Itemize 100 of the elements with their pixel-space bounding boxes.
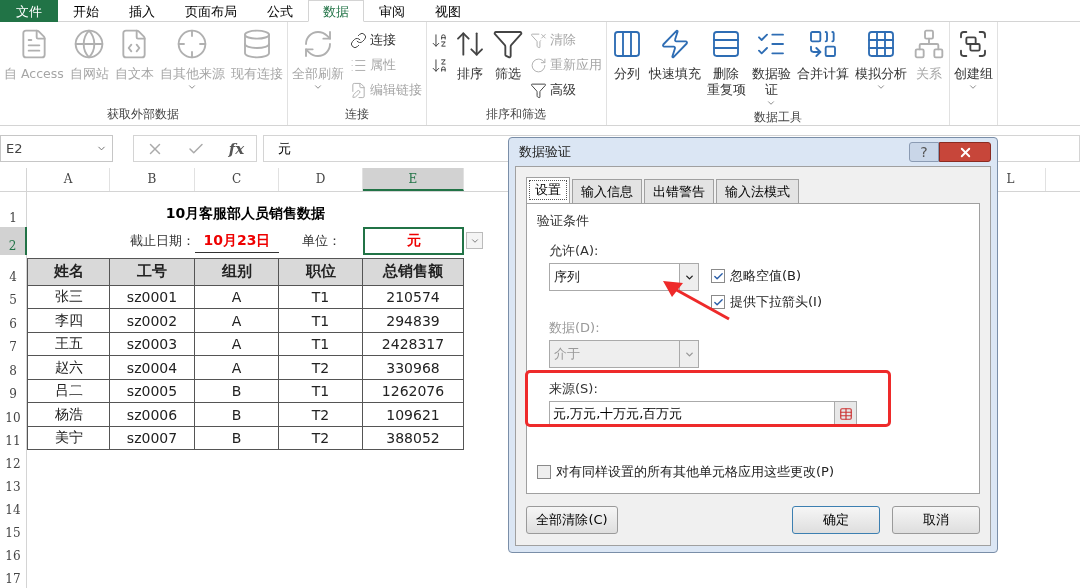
web-file-icon	[73, 28, 106, 60]
dialog-tab[interactable]: 设置	[526, 177, 570, 203]
ribbon-tab[interactable]: 插入	[114, 0, 170, 22]
help-button[interactable]: ?	[909, 142, 939, 162]
field-label: 来源(S):	[549, 380, 599, 398]
ribbon-tab[interactable]: 公式	[252, 0, 308, 22]
field-label: 数据(D):	[549, 319, 601, 337]
column-heading: 组别	[195, 257, 279, 286]
dialog-tab[interactable]: 输入法模式	[716, 179, 799, 203]
ribbon-button[interactable]: 连接	[349, 30, 422, 51]
ribbon-button[interactable]: 排序	[451, 28, 488, 105]
column-heading: 职位	[279, 257, 363, 286]
ribbon-button[interactable]: 合并计算	[794, 28, 851, 108]
table-cell: 109621	[363, 403, 464, 427]
table-cell: sz0002	[110, 309, 195, 333]
table-cell: B	[195, 379, 279, 404]
edit-links-icon	[349, 82, 367, 99]
table-cell: 388052	[363, 426, 464, 451]
column-header[interactable]: E	[363, 168, 464, 191]
ribbon-tab[interactable]: 页面布局	[170, 0, 252, 22]
table-cell: T1	[279, 285, 363, 310]
checkbox-option[interactable]: 对有同样设置的所有其他单元格应用这些更改(P)	[537, 463, 969, 481]
source-field[interactable]: 元,万元,十万元,百万元	[549, 401, 857, 427]
table-cell: 赵六	[27, 356, 110, 380]
ribbon-tab[interactable]: 数据	[308, 0, 364, 22]
dialog-tab[interactable]: 输入信息	[572, 179, 642, 203]
checkbox[interactable]	[711, 295, 725, 309]
table-cell: 294839	[363, 309, 464, 333]
ribbon-button[interactable]: 删除 重复项	[704, 28, 748, 108]
group-label: 获取外部数据	[106, 106, 181, 123]
ribbon-button[interactable]: 筛选	[489, 28, 526, 105]
date-cell: 10月23日	[195, 228, 279, 254]
table-cell: A	[195, 309, 279, 333]
group-label: 数据工具	[752, 109, 803, 126]
reapply-icon	[529, 57, 547, 74]
table-cell: 杨浩	[27, 403, 110, 427]
ribbon-tab[interactable]: 审阅	[364, 0, 420, 22]
table-cell: 210574	[363, 285, 464, 310]
column-heading: 总销售额	[363, 257, 464, 286]
section-label: 验证条件	[537, 212, 590, 230]
table-cell: T1	[279, 379, 363, 404]
table-cell: T2	[279, 403, 363, 427]
filter-icon	[491, 28, 524, 60]
table-cell: sz0003	[110, 332, 195, 357]
ribbon-button[interactable]: 高级	[529, 80, 602, 101]
check-icon	[712, 296, 724, 308]
table-cell: sz0005	[110, 379, 195, 404]
table-cell: sz0007	[110, 426, 195, 451]
checkbox[interactable]	[711, 269, 725, 283]
ribbon-button[interactable]: 模拟分析	[852, 28, 909, 108]
table-cell: 张三	[27, 285, 110, 310]
field-label: 允许(A):	[549, 242, 600, 260]
ribbon-button[interactable]: 分列	[608, 28, 645, 108]
ribbon-button[interactable]: 数据验 证	[749, 28, 793, 108]
sort-descending-icon	[430, 57, 448, 74]
range-picker-button[interactable]	[834, 402, 856, 426]
relationships-icon	[912, 28, 945, 60]
table-cell: T2	[279, 426, 363, 451]
dialog-button[interactable]: 全部清除(C)	[526, 506, 618, 534]
table-cell: T1	[279, 309, 363, 333]
name-box[interactable]: E2	[0, 135, 113, 162]
table-cell: 吕二	[27, 379, 110, 404]
sort-ascending-icon	[430, 32, 448, 49]
table-cell: 1262076	[363, 379, 464, 404]
file-tab[interactable]: 文件	[0, 0, 58, 22]
clear-filter-icon	[529, 32, 547, 49]
allow-select[interactable]: 序列	[549, 263, 699, 291]
group-label: 排序和筛选	[485, 106, 548, 123]
table-cell: sz0006	[110, 403, 195, 427]
table-cell: B	[195, 403, 279, 427]
date-label: 截止日期：	[130, 232, 195, 250]
dialog-tab[interactable]: 出错警告	[644, 179, 714, 203]
ribbon-button[interactable]: 创建组	[951, 28, 995, 125]
table-icon	[838, 407, 853, 421]
checkbox[interactable]	[537, 465, 551, 479]
table-cell: 王五	[27, 332, 110, 357]
close-button[interactable]	[939, 142, 991, 162]
selected-cell[interactable]: 元	[363, 227, 464, 255]
insert-function-button[interactable]: fx	[228, 139, 245, 158]
ribbon-tab[interactable]: 开始	[58, 0, 114, 22]
table-cell: 美宁	[27, 426, 110, 451]
table-cell: 李四	[27, 309, 110, 333]
check-icon	[712, 270, 724, 282]
table-cell: B	[195, 426, 279, 451]
column-heading: 姓名	[27, 257, 110, 286]
table-cell: 2428317	[363, 332, 464, 357]
column-heading: 工号	[110, 257, 195, 286]
checkbox-option[interactable]: 忽略空值(B)	[711, 267, 822, 285]
annotation-arrow	[663, 281, 730, 321]
unit-label: 单位：	[301, 232, 341, 250]
table-cell: A	[195, 332, 279, 357]
dialog-button[interactable]: 确定	[792, 506, 880, 534]
table-cell: sz0004	[110, 356, 195, 380]
checkbox-option[interactable]: 提供下拉箭头(I)	[711, 293, 822, 311]
ribbon-button[interactable]: 快速填充	[646, 28, 703, 108]
group-label: 连接	[343, 106, 370, 123]
table-cell: T1	[279, 332, 363, 357]
ribbon-tab[interactable]: 视图	[420, 0, 476, 22]
row-number[interactable]: 2	[0, 227, 27, 255]
dialog-button[interactable]: 取消	[892, 506, 980, 534]
